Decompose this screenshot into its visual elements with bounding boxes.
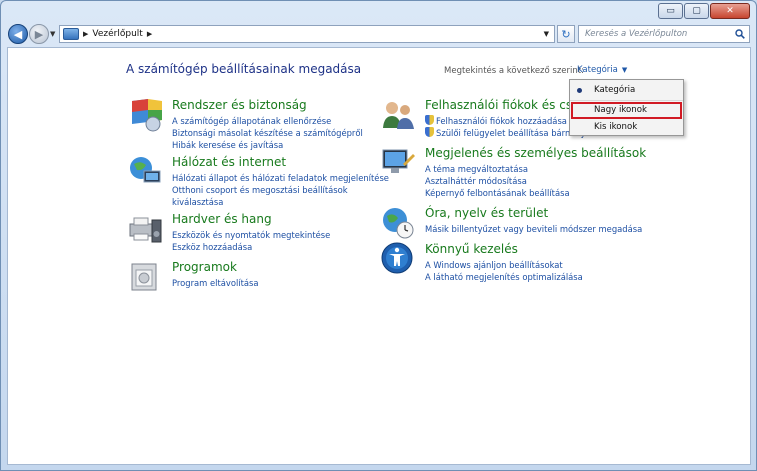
category-title[interactable]: Programok [172,260,237,274]
address-dropdown-icon[interactable]: ▼ [544,30,549,38]
page-title: A számítógép beállításainak megadása [126,62,362,76]
task-link[interactable]: Biztonsági másolat készítése a számítógé… [172,127,363,139]
task-link[interactable]: Másik billentyűzet vagy beviteli módszer… [425,223,642,235]
category-user-accounts: Felhasználói fiókok és család Felhasznál… [381,98,598,142]
category-title[interactable]: Hálózat és internet [172,155,286,169]
view-by-value: Kategória [577,65,618,75]
maximize-button[interactable]: ▢ [684,3,709,19]
search-icon[interactable] [735,29,745,39]
control-panel-icon [63,28,79,40]
navigation-toolbar: ◀ ▶ ▼ ▶ Vezérlőpult ▶ ▼ ↻ [1,21,757,47]
category-title[interactable]: Könnyű kezelés [425,242,518,256]
window: ▭ ▢ ✕ ◀ ▶ ▼ ▶ Vezérlőpult ▶ ▼ ↻ A számít… [0,0,757,471]
task-link[interactable]: kiválasztása [172,196,389,208]
forward-button[interactable]: ▶ [29,24,49,44]
view-by-menu: Kategória Nagy ikonok Kis ikonok [569,79,684,136]
task-link[interactable]: A látható megjelenítés optimalizálása [425,271,583,283]
task-link[interactable]: Otthoni csoport és megosztási beállításo… [172,184,389,196]
menu-item-large-icons[interactable]: Nagy ikonok [594,105,647,115]
close-button[interactable]: ✕ [710,3,750,19]
menu-item-small-icons[interactable]: Kis ikonok [594,122,637,132]
category-programs: Programok Program eltávolítása [128,260,388,300]
breadcrumb-control-panel[interactable]: Vezérlőpult [92,29,142,39]
category-clock-language: Óra, nyelv és terület Másik billentyűzet… [381,206,681,239]
category-title[interactable]: Rendszer és biztonság [172,98,307,112]
caption-buttons: ▭ ▢ ✕ [658,3,750,19]
search-input[interactable] [583,28,735,40]
refresh-icon: ↻ [561,27,571,41]
task-link[interactable]: Hibák keresése és javítása [172,139,363,151]
chevron-down-icon: ▼ [621,66,628,74]
status-bar [7,465,751,471]
monitor-paint-icon [382,149,415,173]
view-by-dropdown[interactable]: Kategória ▼ [577,65,627,75]
refresh-button[interactable]: ↻ [557,25,575,43]
task-link[interactable]: Eszköz hozzáadása [172,241,330,253]
category-title[interactable]: Hardver és hang [172,212,272,226]
task-link[interactable]: A téma megváltoztatása [425,163,570,175]
category-hardware-sound: Hardver és hang Eszközök és nyomtatók me… [128,212,388,256]
control-panel-content: A számítógép beállításainak megadása Meg… [7,47,751,465]
uac-shield-icon [425,127,434,137]
task-link[interactable]: Képernyő felbontásának beállítása [425,187,570,199]
category-title[interactable]: Óra, nyelv és terület [425,206,548,220]
category-title[interactable]: Megjelenés és személyes beállítások [425,146,646,160]
search-box[interactable] [578,25,750,43]
task-link[interactable]: Felhasználói fiókok hozzáadása vagy [425,115,590,127]
menu-separator [570,100,683,101]
menu-item-category[interactable]: Kategória [594,85,635,95]
breadcrumb-arrow-icon[interactable]: ▶ [83,30,88,38]
shield-computer-icon [132,99,162,132]
task-link[interactable]: A Windows ajánljon beállításokat [425,259,583,271]
users-icon [383,102,414,129]
category-system-security: Rendszer és biztonság A számítógép állap… [128,98,388,150]
recent-pages-dropdown-icon[interactable]: ▼ [50,30,55,38]
ease-of-access-icon [381,242,413,274]
printer-speaker-icon [129,217,162,243]
task-link[interactable]: Asztalháttér módosítása [425,175,570,187]
category-network-internet: Hálózat és internet Hálózati állapot és … [128,155,389,208]
back-button[interactable]: ◀ [8,24,28,44]
programs-icon [131,263,157,291]
clock-globe-icon [383,208,414,239]
task-link[interactable]: Szülői felügyelet beállítása bármely [425,127,590,139]
category-ease-of-access: Könnyű kezelés A Windows ajánljon beállí… [381,242,681,286]
network-globe-icon [130,157,161,183]
radio-selected-icon [577,88,582,93]
view-by-label: Megtekintés a következő szerint: [444,66,584,76]
task-link[interactable]: Eszközök és nyomtatók megtekintése [172,229,330,241]
address-bar[interactable]: ▶ Vezérlőpult ▶ ▼ [59,25,555,43]
category-appearance: Megjelenés és személyes beállítások A té… [381,146,681,199]
task-link[interactable]: Program eltávolítása [172,277,259,289]
breadcrumb-arrow-icon[interactable]: ▶ [147,30,152,38]
task-link[interactable]: A számítógép állapotának ellenőrzése [172,115,363,127]
minimize-button[interactable]: ▭ [658,3,683,19]
uac-shield-icon [425,115,434,125]
task-link[interactable]: Hálózati állapot és hálózati feladatok m… [172,172,389,184]
